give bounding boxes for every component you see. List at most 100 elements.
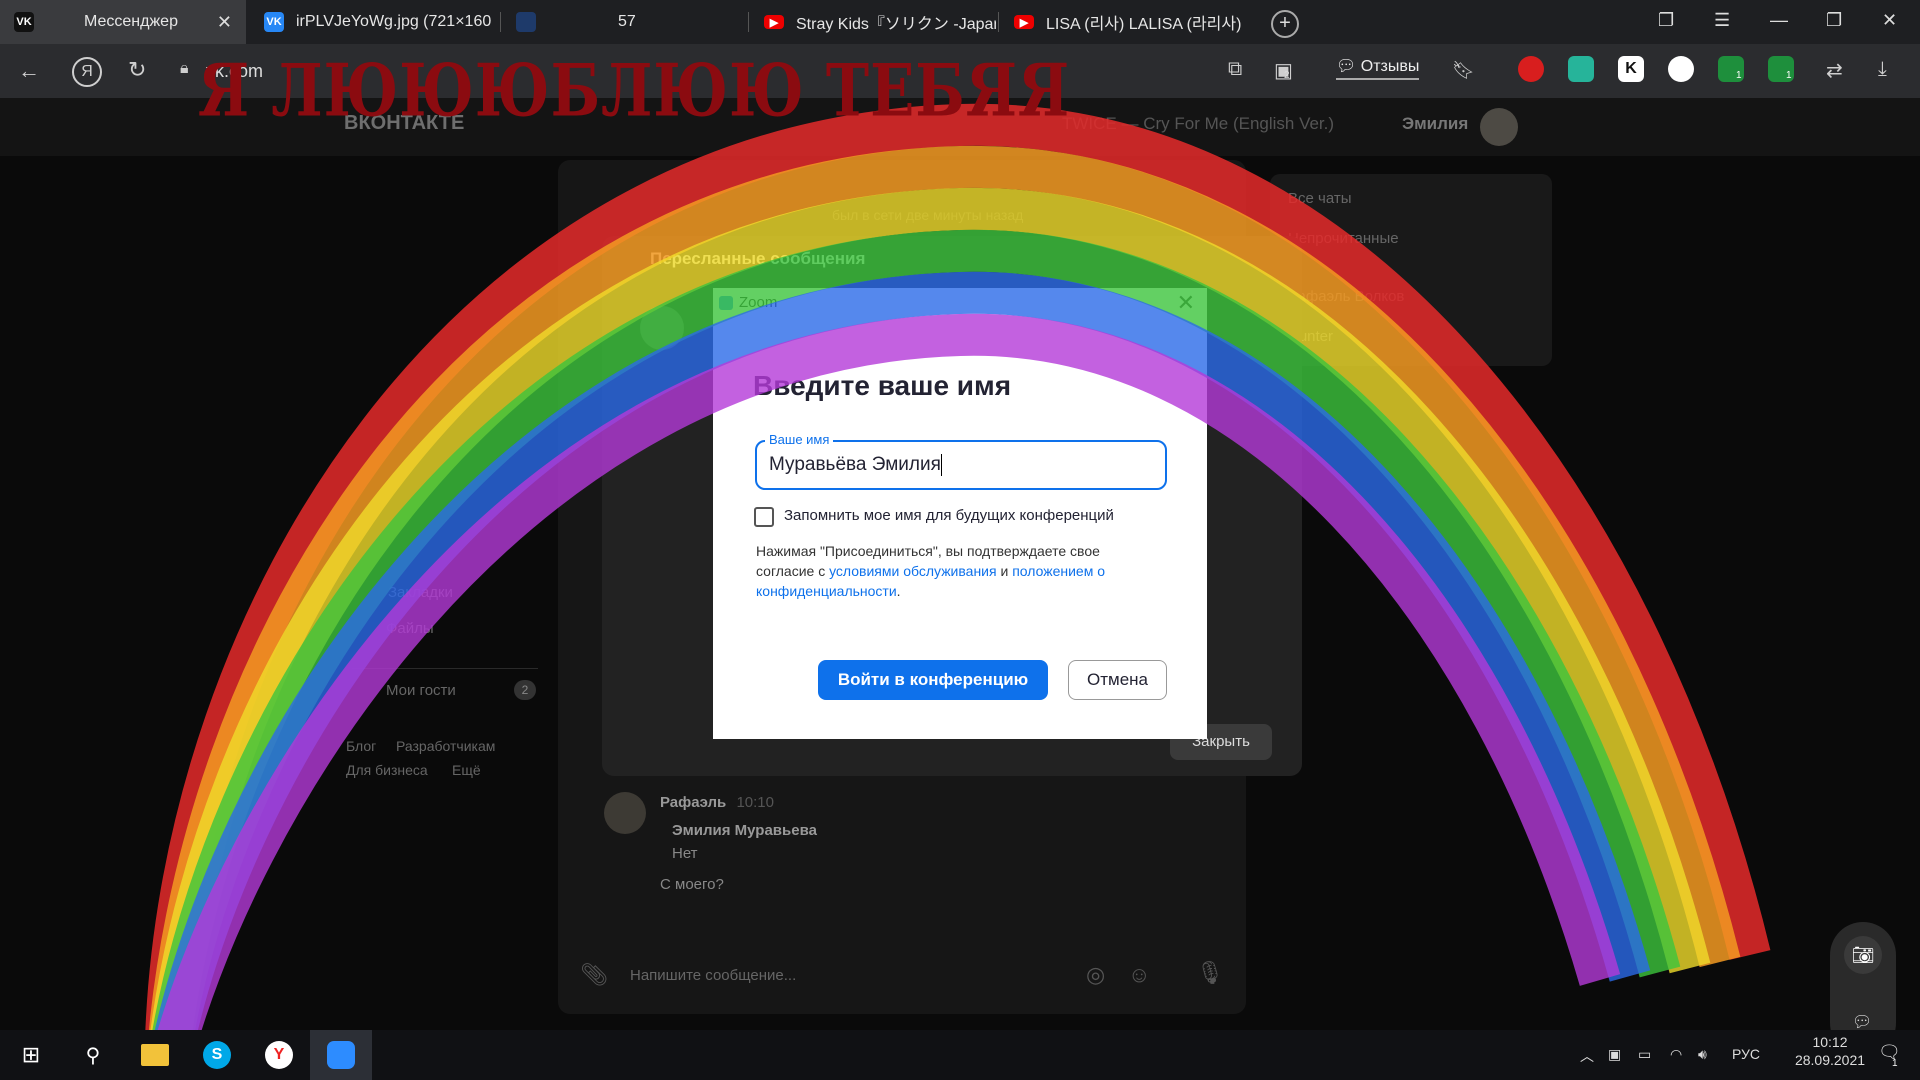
tab-separator [998, 12, 999, 32]
tab-title: LISA (리사) LALISA (라리사) [1046, 16, 1242, 33]
badge-count: 1 [1736, 70, 1742, 81]
vk-extension-icon[interactable] [1668, 56, 1694, 82]
page-action-icon[interactable]: ⧉ [1228, 58, 1242, 81]
camera-icon[interactable]: 📷︎ [1844, 936, 1882, 974]
explorer-app[interactable] [124, 1030, 186, 1080]
zoom-app[interactable] [310, 1030, 372, 1080]
reviews-button[interactable]: 💬︎ Отзывы [1336, 56, 1420, 80]
contact-status: был в сети две минуты назад [832, 207, 1024, 223]
youtube-icon: ▶ [1014, 15, 1034, 29]
divider [352, 668, 538, 669]
tab-title: Stray Kids『ソリクン -Japane [796, 16, 996, 33]
user-name[interactable]: Эмилия [1402, 114, 1468, 134]
filter-unread[interactable]: Непрочитанные [1288, 230, 1399, 247]
clock[interactable]: 10:12 28.09.2021 [1794, 1034, 1866, 1068]
wifi-icon[interactable]: ◠ [1670, 1046, 1682, 1063]
name-input[interactable]: Муравьёва Эмилия [769, 454, 942, 476]
extension-icon[interactable] [1568, 56, 1594, 82]
quoted-text: Нет [672, 845, 698, 862]
vk-icon: VK [264, 12, 284, 32]
minimize-icon[interactable]: — [1770, 10, 1788, 31]
remember-name-checkbox[interactable] [754, 507, 774, 527]
tab-youtube-lisa[interactable]: ▶ LISA (리사) LALISA (라리사) [1000, 0, 1246, 44]
tabs-menu-icon[interactable]: ❐ [1658, 10, 1674, 31]
tab-title: 57 [618, 13, 636, 30]
camera-icon[interactable]: ◎ [1086, 962, 1105, 988]
show-hidden-icons[interactable]: ︿ [1580, 1046, 1594, 1066]
tab-separator [500, 12, 501, 32]
clock-date: 28.09.2021 [1794, 1052, 1866, 1068]
youtube-icon: ▶ [764, 15, 784, 29]
battery-icon[interactable]: ▭ [1638, 1046, 1651, 1063]
language-indicator[interactable]: РУС [1732, 1046, 1760, 1062]
tab-messenger[interactable]: VK Мессенджер ✕ [0, 0, 246, 44]
filter-all-chats[interactable]: Все чаты [1288, 190, 1352, 207]
loading-icon [516, 12, 536, 32]
cancel-button[interactable]: Отмена [1068, 660, 1167, 700]
search-button[interactable]: ⚲ [62, 1030, 124, 1080]
tab-57[interactable]: 57 [502, 0, 748, 44]
footer-link-more[interactable]: Ещё [452, 762, 481, 778]
now-playing[interactable]: TWICE — Cry For Me (English Ver.) [1062, 114, 1334, 134]
skype-app[interactable]: S [186, 1030, 248, 1080]
reload-icon[interactable]: ↻ [128, 57, 146, 83]
yandex-browser-icon: Y [265, 1041, 293, 1069]
tab-image[interactable]: VK irPLVJeYoWg.jpg (721×160 [250, 0, 500, 44]
attach-icon[interactable]: 📎︎ [580, 962, 608, 988]
terms-of-service-link[interactable]: условиями обслуживания [829, 563, 997, 579]
dialog-heading: Введите ваше имя [753, 370, 1012, 401]
menu-item-guests[interactable]: Мои гости [386, 682, 456, 699]
badge-count: 2 [1284, 70, 1290, 81]
volume-icon[interactable]: 🔊︎ [1698, 1046, 1707, 1063]
start-button[interactable]: ⊞ [0, 1030, 62, 1080]
close-icon[interactable]: ✕ [1177, 290, 1195, 316]
name-field-label: Ваше имя [765, 432, 834, 447]
clock-time: 10:12 [1812, 1034, 1848, 1050]
chat-icon[interactable]: 💬︎ [1852, 1012, 1872, 1032]
zoom-tray-icon[interactable]: ▣ [1608, 1046, 1621, 1063]
yandex-browser-app[interactable]: Y [248, 1030, 310, 1080]
sender-name: Рафаэль [660, 794, 727, 811]
zoom-join-dialog: Zoom ✕ Введите ваше имя Ваше имя Муравьё… [713, 288, 1207, 739]
tab-title: irPLVJeYoWg.jpg (721×160 [296, 13, 492, 30]
footer-link-blog[interactable]: Блог [346, 738, 376, 754]
tab-separator [748, 12, 749, 32]
zoom-logo-icon [719, 296, 733, 310]
adblock-extension-icon[interactable] [1518, 56, 1544, 82]
speech-bubble-icon: 💬︎ [1336, 58, 1357, 75]
footer-link-business[interactable]: Для бизнеса [346, 762, 428, 778]
badge-count: 1 [1786, 70, 1792, 81]
footer-link-developers[interactable]: Разработчикам [396, 738, 495, 754]
reviews-label: Отзывы [1360, 58, 1420, 75]
name-field[interactable]: Ваше имя Муравьёва Эмилия [755, 432, 1167, 490]
avatar[interactable] [1480, 108, 1518, 146]
avatar [640, 306, 684, 350]
new-tab-button[interactable]: + [1271, 10, 1299, 38]
yandex-icon[interactable]: Я [72, 57, 102, 87]
kaspersky-extension-icon[interactable]: K [1618, 56, 1644, 82]
close-window-icon[interactable]: ✕ [1882, 10, 1897, 31]
terms-text: Нажимая "Присоединиться", вы подтверждае… [756, 543, 1106, 599]
menu-icon[interactable]: ☰ [1714, 10, 1730, 31]
remember-name-label[interactable]: Запомнить мое имя для будущих конференци… [784, 507, 1114, 524]
back-icon[interactable]: ← [18, 58, 40, 84]
modal-title: Пересланные сообщения [650, 249, 866, 268]
skype-icon: S [203, 1041, 231, 1069]
emoji-icon[interactable]: ☺ [1128, 962, 1150, 988]
menu-item-files[interactable]: Файлы [386, 620, 434, 637]
vk-icon: VK [14, 12, 34, 32]
microphone-icon[interactable]: 🎙︎ [1196, 960, 1224, 986]
menu-item-bookmarks[interactable]: Закладки [388, 584, 453, 601]
join-button[interactable]: Войти в конференцию [818, 660, 1048, 700]
folder-icon [141, 1044, 169, 1066]
tab-youtube-straykids[interactable]: ▶ Stray Kids『ソリクン -Japane [750, 0, 996, 44]
filter-contact[interactable]: Рафаэль Волков [1288, 288, 1404, 305]
chat-filter-panel: Все чаты Непрочитанные Рафаэль Волков Hu… [1270, 174, 1552, 366]
close-icon[interactable]: ✕ [217, 12, 232, 33]
guests-count-badge: 2 [514, 680, 536, 700]
notifications-count: 1 [1892, 1058, 1898, 1069]
bookmark-icon[interactable]: 🔖︎ [1452, 60, 1475, 81]
restore-icon[interactable]: ❐ [1826, 10, 1842, 31]
translate-icon[interactable]: ⇄ [1826, 58, 1843, 83]
download-icon[interactable]: ⤓ [1878, 58, 1887, 81]
